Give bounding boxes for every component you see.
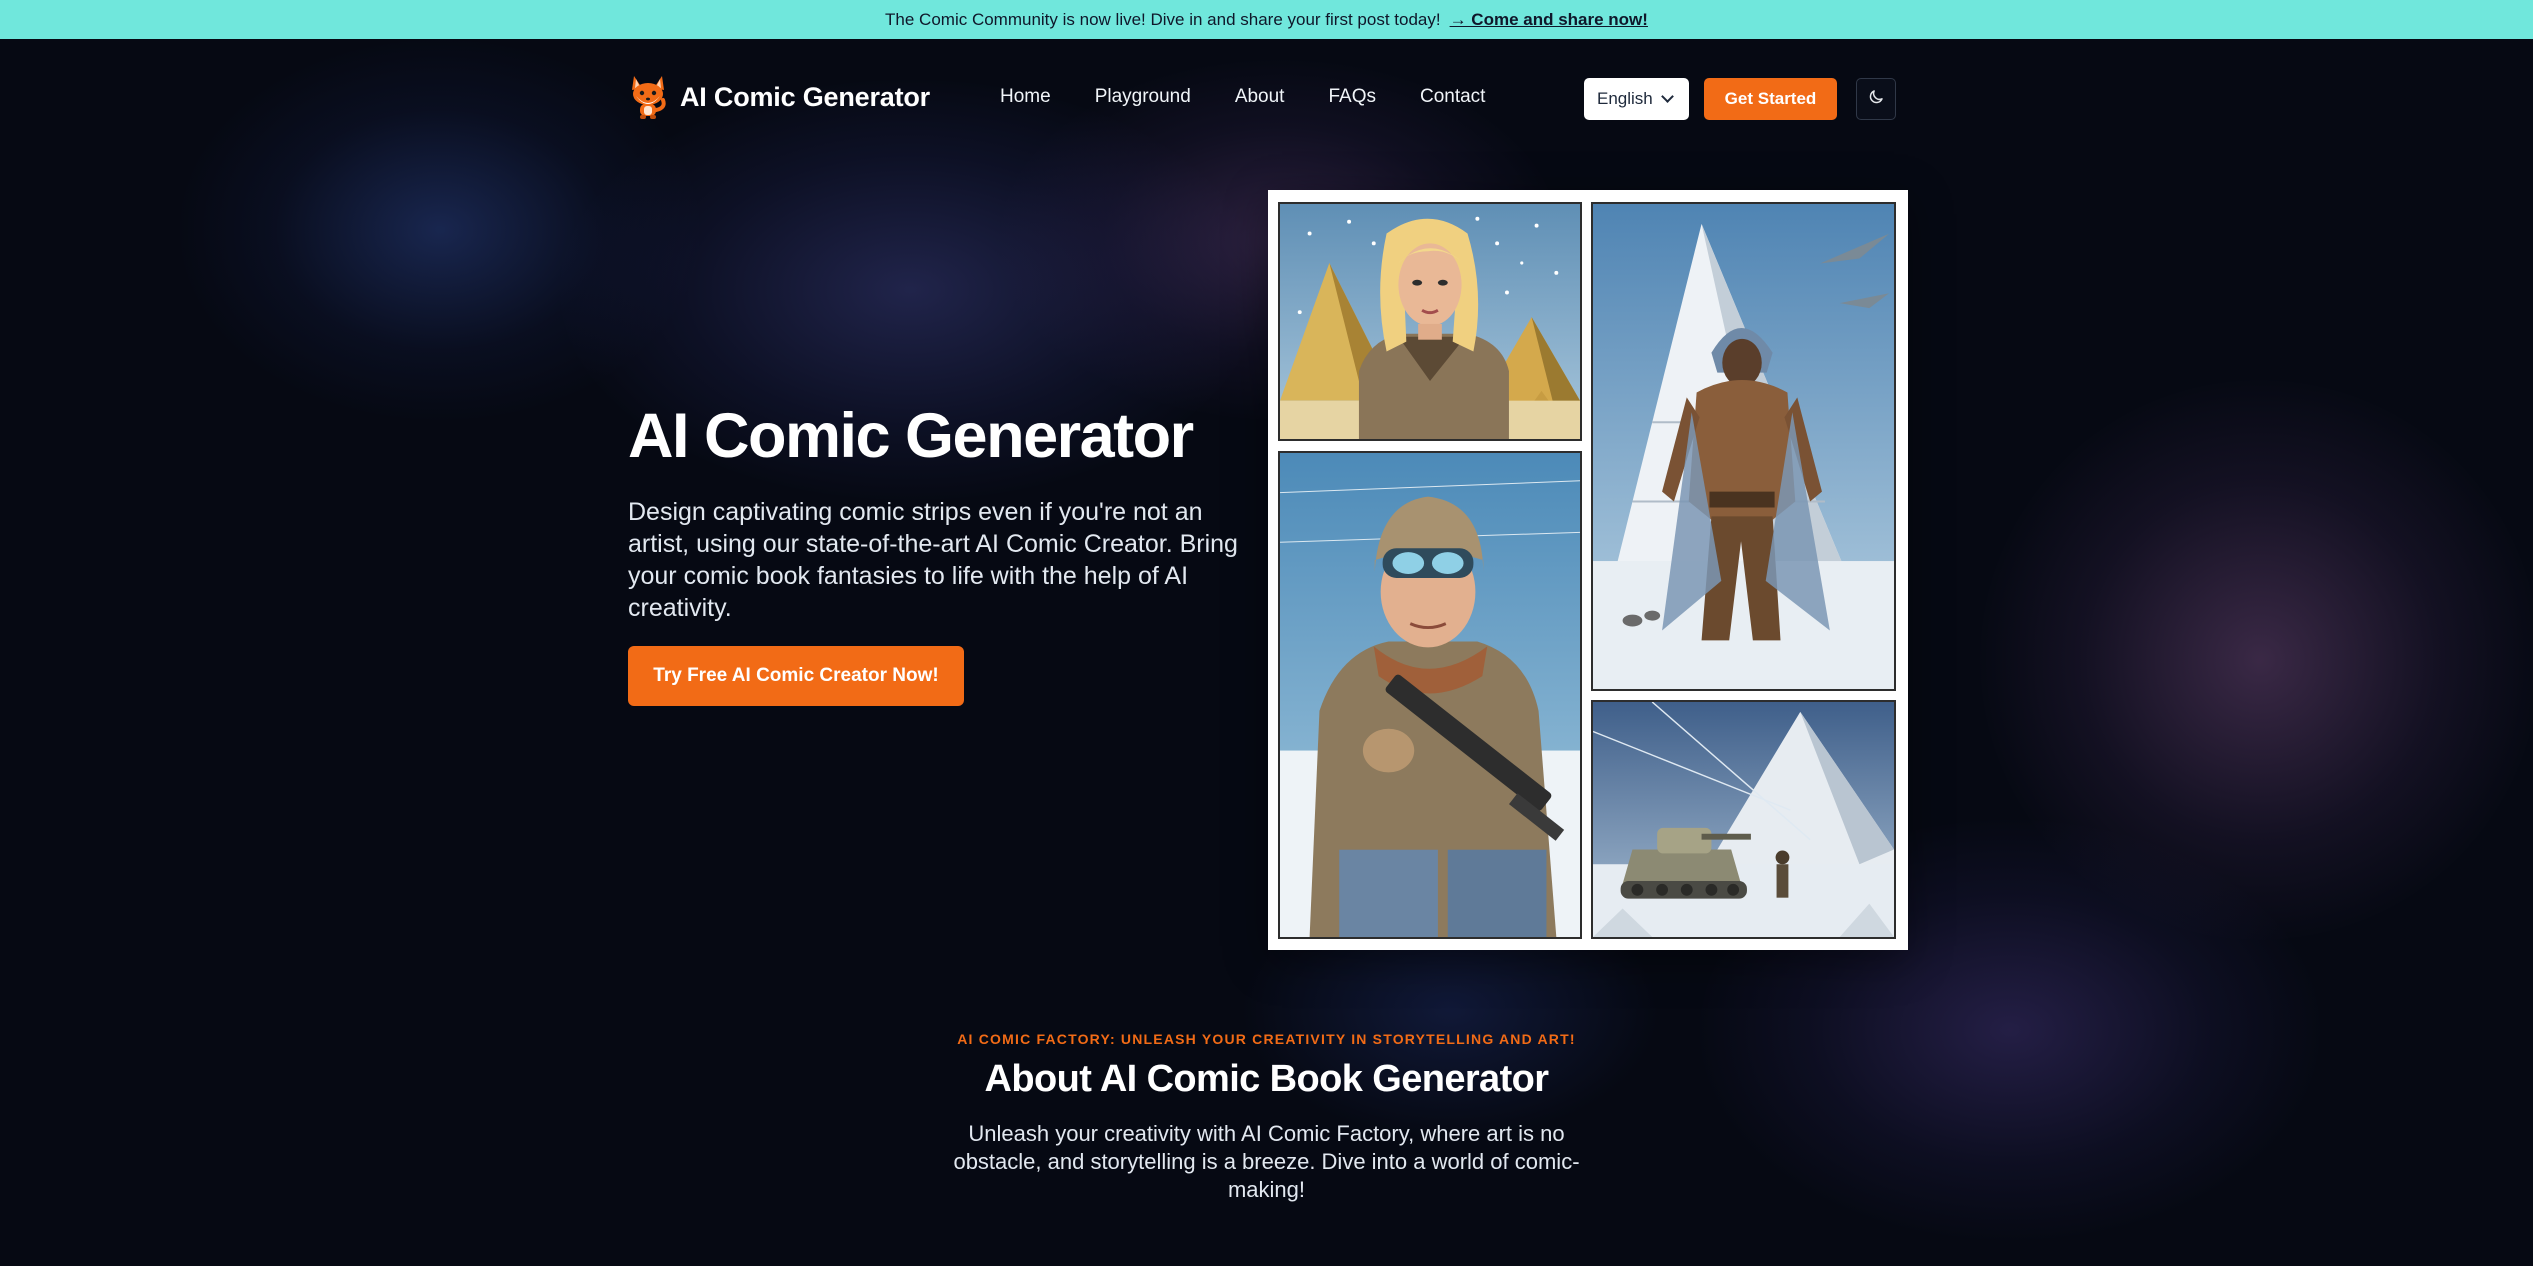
comic-page-preview	[1268, 190, 1908, 950]
hero-description: Design captivating comic strips even if …	[628, 498, 1238, 622]
brand-name: AI Comic Generator	[680, 81, 930, 112]
nav-about[interactable]: About	[1235, 86, 1285, 108]
announcement-link[interactable]: → Come and share now!	[1450, 10, 1648, 30]
get-started-button[interactable]: Get Started	[1704, 78, 1837, 120]
announcement-text: The Comic Community is now live! Dive in…	[885, 9, 1441, 29]
about-description: Unleash your creativity with AI Comic Fa…	[953, 1121, 1580, 1202]
comic-panel-tank	[1591, 700, 1896, 939]
language-select[interactable]: English	[1584, 78, 1689, 120]
nav-playground[interactable]: Playground	[1095, 86, 1191, 108]
about-title: About AI Comic Book Generator	[984, 1058, 1550, 1100]
nav-contact[interactable]: Contact	[1420, 86, 1485, 108]
announcement-bar: The Comic Community is now live! Dive in…	[0, 0, 2533, 39]
comic-panel-warrior	[1591, 202, 1896, 691]
nav-faqs[interactable]: FAQs	[1328, 86, 1376, 108]
nav-home[interactable]: Home	[1000, 86, 1051, 108]
background-glow	[180, 40, 700, 420]
site-header: AI Comic Generator Home Playground About…	[628, 66, 1896, 130]
hero-title: AI Comic Generator	[628, 401, 1194, 471]
background-glow	[1980, 380, 2533, 940]
about-eyebrow: AI COMIC FACTORY: UNLEASH YOUR CREATIVIT…	[957, 1031, 1576, 1047]
moon-icon	[1867, 88, 1885, 111]
brand-link[interactable]: AI Comic Generator	[628, 72, 930, 122]
try-free-button[interactable]: Try Free AI Comic Creator Now!	[628, 646, 964, 706]
language-value: English	[1597, 89, 1653, 108]
main-nav: Home Playground About FAQs Contact	[1000, 86, 1485, 108]
chevron-down-icon	[1660, 89, 1674, 103]
fox-mascot-icon	[628, 72, 668, 122]
theme-toggle-button[interactable]	[1856, 78, 1896, 120]
comic-panel-woman	[1278, 202, 1582, 441]
comic-panel-soldier	[1278, 451, 1582, 939]
